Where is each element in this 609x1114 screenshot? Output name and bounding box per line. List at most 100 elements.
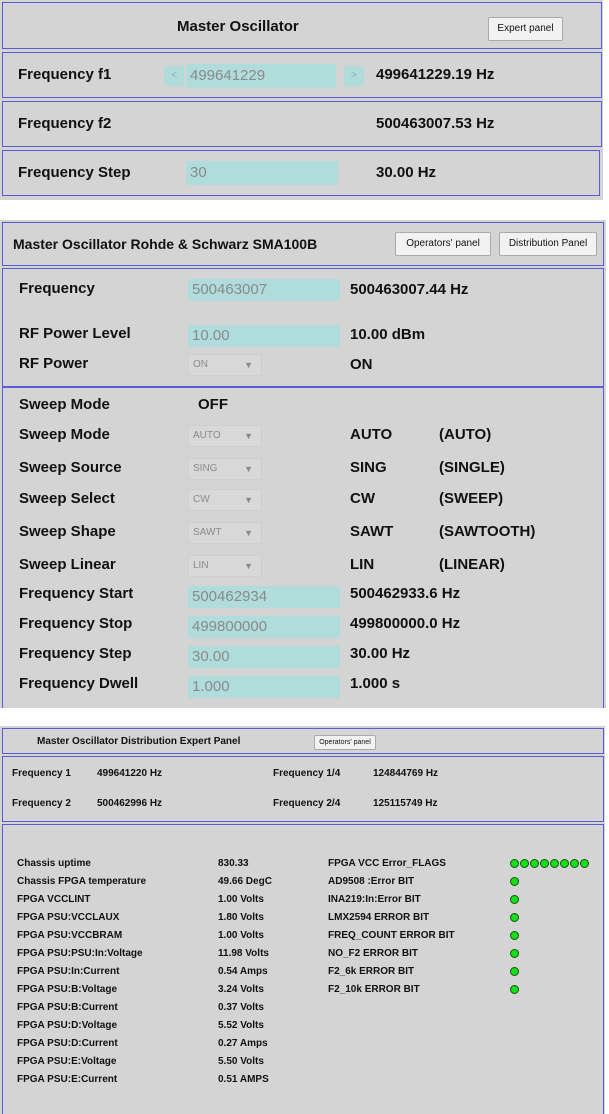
frequency-field-value: 500462933.6 Hz <box>350 585 461 602</box>
sweep-row-value: LIN <box>350 556 375 573</box>
frequency-readout-value: 125115749 Hz <box>373 798 438 809</box>
status-led-icon <box>580 859 589 868</box>
status-label: FPGA PSU:E:Voltage <box>17 1056 117 1067</box>
frequency-readout-label: Frequency 2/4 <box>273 798 341 809</box>
chevron-down-icon: ▼ <box>244 464 253 474</box>
status-led-icon <box>510 895 519 904</box>
rf-power-label: RF Power <box>19 355 89 372</box>
frequency-field-label: Frequency Stop <box>19 615 133 632</box>
frequency-field-label: Frequency Start <box>19 585 134 602</box>
status-value: 11.98 Volts <box>218 948 269 959</box>
frequency-field-label: Frequency Step <box>19 645 132 662</box>
frequency-field-label: Frequency Dwell <box>19 675 139 692</box>
status-led-icon <box>510 931 519 940</box>
status-led-icon <box>570 859 579 868</box>
status-led-icon <box>550 859 559 868</box>
sweep-row-select[interactable]: AUTO ▼ <box>188 425 262 447</box>
sweep-row-description: (LINEAR) <box>439 556 505 573</box>
sweep-row-select-value: AUTO <box>193 430 221 441</box>
sweep-row-select[interactable]: LIN ▼ <box>188 555 262 577</box>
status-label: Chassis FPGA temperature <box>17 876 147 887</box>
status-led-icon <box>540 859 549 868</box>
status-label: FPGA PSU:D:Voltage <box>17 1020 118 1031</box>
error-flag-label: FPGA VCC Error_FLAGS <box>328 858 446 869</box>
frequency-readout-label: Frequency 1 <box>12 768 71 779</box>
expert-panel-button[interactable]: Expert panel <box>488 17 563 41</box>
frequency-field-value: 499800000.0 Hz <box>350 615 461 632</box>
f2-value: 500463007.53 Hz <box>376 115 495 132</box>
sweep-row-description: (SINGLE) <box>439 459 505 476</box>
sweep-mode-state: OFF <box>198 396 228 413</box>
sweep-row-value: AUTO <box>350 426 393 443</box>
sweep-row-description: (SWEEP) <box>439 490 504 507</box>
error-flag-label: LMX2594 ERROR BIT <box>328 912 430 923</box>
sweep-row-label: Sweep Shape <box>19 523 116 540</box>
frequency-readout-label: Frequency 1/4 <box>273 768 341 779</box>
sweep-row-select-value: SING <box>193 463 218 474</box>
status-led-icon <box>560 859 569 868</box>
frequency-field-input[interactable]: 500462934 <box>188 586 340 608</box>
rf-power-select[interactable]: ON ▼ <box>188 354 262 376</box>
frequency-field-input[interactable]: 1.000 <box>188 676 340 698</box>
status-led-icon <box>510 967 519 976</box>
frequency-field-value: 30.00 Hz <box>350 645 411 662</box>
status-led-icon <box>530 859 539 868</box>
status-label: FPGA PSU:VCCLAUX <box>17 912 120 923</box>
chevron-down-icon: ▼ <box>244 528 253 538</box>
status-led-icon <box>510 913 519 922</box>
sweep-row-select-value: LIN <box>193 560 209 571</box>
sweep-row-select[interactable]: CW ▼ <box>188 489 262 511</box>
frequency-field-input[interactable]: 30.00 <box>188 646 340 668</box>
distribution-panel-button[interactable]: Distribution Panel <box>499 232 597 256</box>
status-value: 0.37 Volts <box>218 1002 264 1013</box>
status-led-icon <box>520 859 529 868</box>
step-input[interactable]: 30 <box>186 161 338 185</box>
status-label: FPGA VCCLINT <box>17 894 91 905</box>
sweep-row-select[interactable]: SING ▼ <box>188 458 262 480</box>
error-flag-label: F2_6k ERROR BIT <box>328 966 415 977</box>
status-value: 0.54 Amps <box>218 966 268 977</box>
status-led-icon <box>510 859 519 868</box>
status-label: FPGA PSU:PSU:In:Voltage <box>17 948 143 959</box>
f1-input[interactable]: 499641229 <box>186 64 336 88</box>
sweep-row-label: Sweep Mode <box>19 426 110 443</box>
status-value: 0.27 Amps <box>218 1038 268 1049</box>
status-value: 49.66 DegC <box>218 876 272 887</box>
status-value: 5.52 Volts <box>218 1020 264 1031</box>
f1-decrement-button[interactable]: < <box>164 66 184 86</box>
sweep-mode-state-label: Sweep Mode <box>19 396 110 413</box>
frequency-label: Frequency <box>19 280 95 297</box>
sweep-row-select[interactable]: SAWT ▼ <box>188 522 262 544</box>
distribution-expert-panel: Master Oscillator Distribution Expert Pa… <box>0 726 605 1114</box>
sweep-row-label: Sweep Linear <box>19 556 116 573</box>
sweep-row-value: SAWT <box>350 523 394 540</box>
frequency-value: 500463007.44 Hz <box>350 281 469 298</box>
sweep-row-select-value: CW <box>193 494 210 505</box>
step-label: Frequency Step <box>18 164 131 181</box>
frequency-readout-label: Frequency 2 <box>12 798 71 809</box>
rf-power-level-value: 10.00 dBm <box>350 326 426 343</box>
sweep-row-value: SING <box>350 459 387 476</box>
frequency-input[interactable]: 500463007 <box>188 279 340 301</box>
panel-title: Master Oscillator <box>177 18 299 35</box>
operators-panel-button[interactable]: Operators' panel <box>395 232 491 256</box>
status-value: 0.51 AMPS <box>218 1074 269 1085</box>
status-value: 1.00 Volts <box>218 930 264 941</box>
rf-power-level-input[interactable]: 10.00 <box>188 325 340 347</box>
f2-label: Frequency f2 <box>18 115 112 132</box>
sweep-row-value: CW <box>350 490 375 507</box>
frequency-field-input[interactable]: 499800000 <box>188 616 340 638</box>
sweep-row-select-value: SAWT <box>193 527 222 538</box>
chevron-down-icon: ▼ <box>244 431 253 441</box>
sweep-row-label: Sweep Select <box>19 490 115 507</box>
panel-title: Master Oscillator Rohde & Schwarz SMA100… <box>13 236 318 252</box>
error-flag-label: NO_F2 ERROR BIT <box>328 948 419 959</box>
status-value: 1.80 Volts <box>218 912 264 923</box>
status-label: FPGA PSU:B:Voltage <box>17 984 118 995</box>
frequency-readout-value: 499641220 Hz <box>97 768 163 779</box>
status-label: FPGA PSU:B:Current <box>17 1002 118 1013</box>
f1-increment-button[interactable]: > <box>344 66 364 86</box>
error-flag-label: FREQ_COUNT ERROR BIT <box>328 930 455 941</box>
rohde-schwarz-panel: Master Oscillator Rohde & Schwarz SMA100… <box>0 220 606 708</box>
operators-panel-button[interactable]: Operators' panel <box>314 735 376 750</box>
